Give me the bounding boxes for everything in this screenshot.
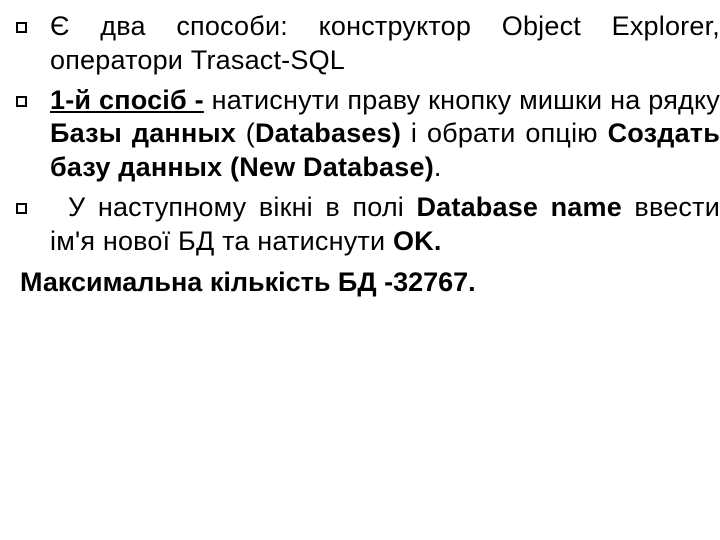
bullet-icon [12, 10, 50, 33]
list-item-text: Є два способи: конструктор Object Explor… [50, 10, 720, 78]
footer-text: Максимальна кількість БД -32767. [12, 266, 720, 300]
list-item: Є два способи: конструктор Object Explor… [12, 10, 720, 78]
list-item-text: 1-й спосіб - натиснути праву кнопку мишк… [50, 84, 720, 185]
list-item-text: У наступному вікні в полі Database name … [50, 191, 720, 259]
bullet-icon [12, 191, 50, 214]
list-item: 1-й спосіб - натиснути праву кнопку мишк… [12, 84, 720, 185]
list-item: У наступному вікні в полі Database name … [12, 191, 720, 259]
bullet-icon [12, 84, 50, 107]
slide: Є два способи: конструктор Object Explor… [0, 0, 720, 540]
